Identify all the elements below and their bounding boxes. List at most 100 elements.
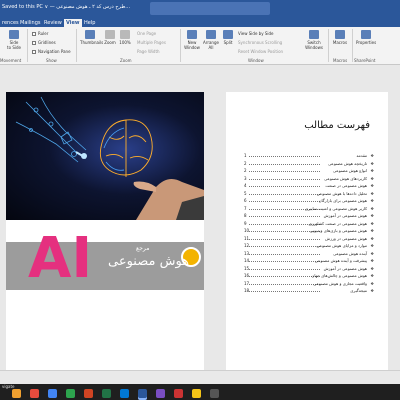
navigation-pane-check-icon: [32, 50, 36, 54]
toc-list: 1 مقدمه ❖ 2 تاریخچه هوش مصنوعی ❖ 2 انواع هوش مص…: [244, 152, 374, 295]
toc-row[interactable]: 13 آینده هوش مصنوعی ❖: [244, 250, 374, 258]
navigation-pane-checkbox[interactable]: Navigation Pane: [32, 49, 71, 54]
macros-label: Macros: [332, 40, 348, 45]
pdf-reader-icon[interactable]: [174, 389, 183, 398]
macros-button[interactable]: Macros: [332, 30, 348, 45]
ai-logo-text: AI: [28, 226, 93, 291]
excel-icon[interactable]: [102, 389, 111, 398]
toc-entry-title: آینده هوش مصنوعی: [333, 250, 367, 256]
toc-heading: فهرست مطالب: [304, 120, 370, 131]
toc-entry-title: موارد و مزایای هوش مصنوعی: [316, 243, 367, 248]
toc-row[interactable]: 4 هوش مصنوعی در صنعت ❖: [244, 182, 374, 190]
toc-row[interactable]: 17 واقعیت مجازی و هوش مصنوعی ❖: [244, 280, 374, 288]
one-page-button[interactable]: One Page: [137, 31, 156, 36]
zoom-button[interactable]: Zoom: [104, 30, 116, 45]
toc-row[interactable]: 10 هوش مصنوعی و بازی‌های ویدیویی ❖: [244, 227, 374, 235]
switch-windows-button[interactable]: Switch Windows: [305, 30, 323, 50]
gridlines-check-icon: [32, 41, 36, 45]
toc-bullet-icon: ❖: [370, 258, 374, 263]
cover-hero-image: [6, 92, 204, 220]
toc-entry-title: هوش مصنوعی در صنعت: [325, 183, 367, 188]
toc-entry-title: هوش مصنوعی در ورزش: [325, 235, 367, 241]
toc-row[interactable]: 11 هوش مصنوعی در ورزش ❖: [244, 235, 374, 243]
toc-page[interactable]: فهرست مطالب 1 مقدمه ❖ 2 تاریخچه هوش مصنوعی ❖ 2…: [226, 92, 388, 370]
toc-dot-leader: [249, 261, 320, 262]
tab-mailings[interactable]: Mailings: [18, 19, 43, 27]
toc-bullet-icon: ❖: [370, 288, 374, 293]
new-window-icon: [187, 30, 197, 39]
toc-entry-title: هوش مصنوعی برای بازارگان: [318, 198, 367, 203]
side-to-side-button[interactable]: Side to Side: [6, 30, 22, 50]
split-button[interactable]: Split: [222, 30, 234, 45]
group-divider: [328, 29, 329, 62]
split-icon: [223, 30, 233, 39]
edge-icon[interactable]: [120, 389, 129, 398]
toc-row[interactable]: 3 کاربردهای هوش مصنوعی ❖: [244, 175, 374, 183]
reset-window-position-button[interactable]: Reset Window Position: [238, 49, 283, 54]
word-icon[interactable]: [138, 389, 147, 398]
group-divider: [352, 29, 353, 62]
search-box[interactable]: [150, 2, 270, 15]
toc-bullet-icon: ❖: [370, 168, 374, 173]
gridlines-label: Gridlines: [38, 40, 56, 45]
toc-entry-title: هوش مصنوعی در آموزش: [323, 265, 367, 271]
cover-page[interactable]: AI مرجع هوش مصنوعی: [6, 92, 204, 370]
thumbnails-button[interactable]: Thumbnails: [80, 30, 103, 45]
new-window-button[interactable]: New Window: [184, 30, 200, 50]
tab-view[interactable]: View: [64, 19, 82, 27]
thumbnails-icon: [85, 30, 95, 39]
toc-row[interactable]: 2 تاریخچه هوش مصنوعی ❖: [244, 160, 374, 168]
multiple-pages-button[interactable]: Multiple Pages: [137, 40, 166, 45]
show-group-label: Show: [46, 58, 57, 63]
chrome-icon[interactable]: [30, 389, 39, 398]
toc-row[interactable]: 1 مقدمه ❖: [244, 152, 374, 160]
zoom-label: Zoom: [104, 40, 116, 45]
app-icon[interactable]: [192, 389, 201, 398]
toc-row[interactable]: 7 کاربر هوش مصنوعی و امنیت سایبری ❖: [244, 205, 374, 213]
toc-entry-title: هوش مصنوعی و بازی‌های ویدیویی: [309, 228, 367, 233]
movement-group-label: Movement: [0, 58, 22, 63]
app-icon[interactable]: [210, 389, 219, 398]
toc-dot-leader: [249, 171, 320, 172]
tab-review[interactable]: Review: [42, 19, 64, 27]
view-side-by-side-button[interactable]: View Side by Side: [238, 31, 274, 36]
toc-entry-page: 6: [244, 198, 247, 203]
toc-dot-leader: [249, 163, 320, 165]
navigation-pane-label: Navigation Pane: [38, 49, 71, 54]
toc-entry-title: کاربر هوش مصنوعی و امنیت سایبری: [304, 205, 367, 211]
synchronous-scrolling-button[interactable]: Synchronous Scrolling: [238, 40, 282, 45]
toc-row[interactable]: 9 هوش مصنوعی در صنعت کشاورزی ❖: [244, 220, 374, 228]
toc-entry-title: هوش مصنوعی و چالش‌های جهان: [311, 273, 367, 278]
toc-row[interactable]: 15 هوش مصنوعی در آموزش ❖: [244, 265, 374, 273]
switch-windows-label: Switch Windows: [305, 40, 323, 50]
toc-row[interactable]: 5 تحلیل داده‌ها با هوش مصنوعی ❖: [244, 190, 374, 198]
properties-button[interactable]: Properties: [356, 30, 376, 45]
toc-row[interactable]: 6 هوش مصنوعی برای بازارگان ❖: [244, 197, 374, 205]
toc-entry-page: 2: [244, 168, 247, 173]
toc-row[interactable]: 12 موارد و مزایای هوش مصنوعی ❖: [244, 242, 374, 250]
toc-entry-title: پیشرفت و آینده هوش مصنوعی: [314, 258, 367, 263]
toc-row[interactable]: 18 نتیجه‌گیری ❖: [244, 287, 374, 295]
toc-bullet-icon: ❖: [370, 190, 374, 196]
ruler-checkbox[interactable]: Ruler: [32, 31, 48, 36]
file-explorer-icon[interactable]: [12, 389, 21, 398]
toc-dot-leader: [249, 283, 320, 285]
gridlines-checkbox[interactable]: Gridlines: [32, 40, 56, 45]
tab-help[interactable]: Help: [82, 19, 97, 27]
browser-icon[interactable]: [48, 389, 57, 398]
arrange-all-button[interactable]: Arrange All: [203, 30, 219, 50]
page-width-button[interactable]: Page Width: [137, 49, 160, 54]
teams-icon[interactable]: [156, 389, 165, 398]
zoom-100-button[interactable]: 100%: [119, 30, 131, 45]
toc-entry-page: 3: [244, 175, 247, 181]
toc-row[interactable]: 14 پیشرفت و آینده هوش مصنوعی ❖: [244, 257, 374, 265]
toc-dot-leader: [249, 268, 320, 270]
toc-bullet-icon: ❖: [370, 198, 374, 203]
toc-row[interactable]: 8 هوش مصنوعی در آموزش ❖: [244, 212, 374, 220]
powerpoint-icon[interactable]: [84, 389, 93, 398]
toc-row[interactable]: 2 انواع هوش مصنوعی ❖: [244, 167, 374, 175]
toc-dot-leader: [249, 291, 320, 292]
cover-subtitle-pre: مرجع: [136, 245, 150, 252]
app-icon[interactable]: [66, 389, 75, 398]
toc-row[interactable]: 16 هوش مصنوعی و چالش‌های جهان ❖: [244, 272, 374, 280]
